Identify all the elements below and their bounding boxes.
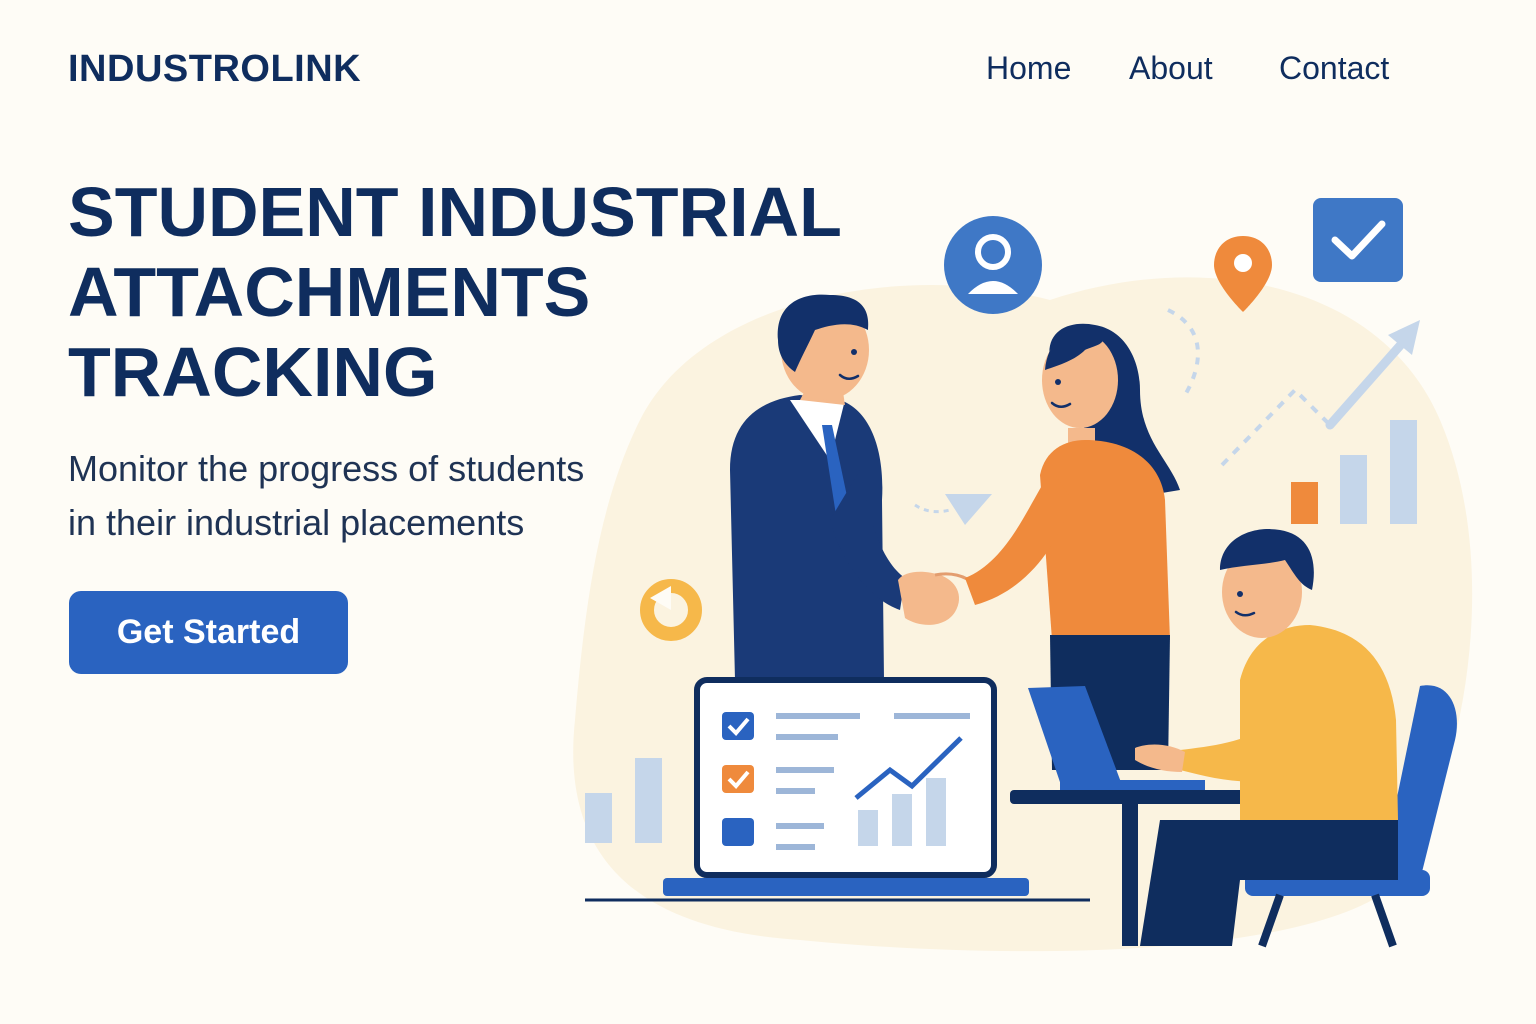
- user-icon: [944, 216, 1042, 314]
- nav-about-link[interactable]: About: [1129, 50, 1213, 87]
- top-nav: Home About Contact: [0, 50, 1536, 90]
- get-started-button[interactable]: Get Started: [69, 591, 348, 674]
- nav-home-link[interactable]: Home: [986, 50, 1071, 87]
- checkbox-icon: [1313, 198, 1403, 282]
- handshake-team-illustration: [573, 198, 1473, 952]
- nav-contact-link[interactable]: Contact: [1279, 50, 1389, 87]
